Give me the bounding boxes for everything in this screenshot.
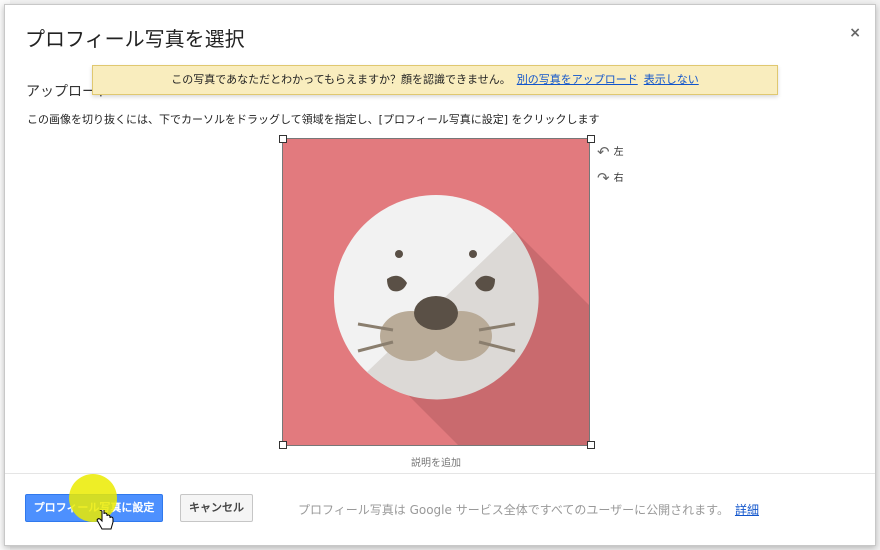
- public-visibility-note: プロフィール写真は Google サービス全体ですべてのユーザーに公開されます。…: [298, 501, 759, 518]
- rotate-left-button[interactable]: ↶ 左: [597, 143, 624, 161]
- crop-handle-bottom-left[interactable]: [279, 441, 287, 449]
- rotate-left-icon: ↶: [597, 143, 610, 161]
- cancel-button[interactable]: キャンセル: [180, 494, 253, 522]
- rotate-right-label: 右: [613, 173, 624, 184]
- crop-instruction: この画像を切り抜くには、下でカーソルをドラッグして領域を指定し、[プロフィール写…: [27, 113, 600, 126]
- add-caption-link[interactable]: 説明を追加: [282, 454, 590, 469]
- set-profile-photo-button[interactable]: プロフィール写真に設定: [25, 494, 163, 522]
- public-note-text: プロフィール写真は Google サービス全体ですべてのユーザーに公開されます。: [298, 503, 729, 517]
- footer-divider: [5, 473, 875, 474]
- crop-handle-top-left[interactable]: [279, 135, 287, 143]
- notice-message: この写真であなただとわかってもらえますか？顔を認識できません。: [171, 73, 511, 86]
- crop-area[interactable]: [282, 138, 590, 446]
- crop-handle-bottom-right[interactable]: [587, 441, 595, 449]
- profile-photo-image: [283, 139, 589, 445]
- hand-cursor-icon: [96, 510, 114, 530]
- upload-another-photo-link[interactable]: 別の写真をアップロード: [517, 73, 638, 86]
- crop-handle-top-right[interactable]: [587, 135, 595, 143]
- details-link[interactable]: 詳細: [735, 503, 759, 517]
- rotate-right-icon: ↷: [597, 169, 610, 187]
- close-icon[interactable]: ×: [849, 25, 861, 41]
- face-detection-notice: この写真であなただとわかってもらえますか？顔を認識できません。 別の写真をアップロ…: [92, 65, 778, 95]
- rotate-left-label: 左: [613, 147, 624, 158]
- dismiss-notice-link[interactable]: 表示しない: [644, 73, 699, 86]
- dialog-title: プロフィール写真を選択: [25, 27, 245, 51]
- rotate-right-button[interactable]: ↷ 右: [597, 169, 624, 187]
